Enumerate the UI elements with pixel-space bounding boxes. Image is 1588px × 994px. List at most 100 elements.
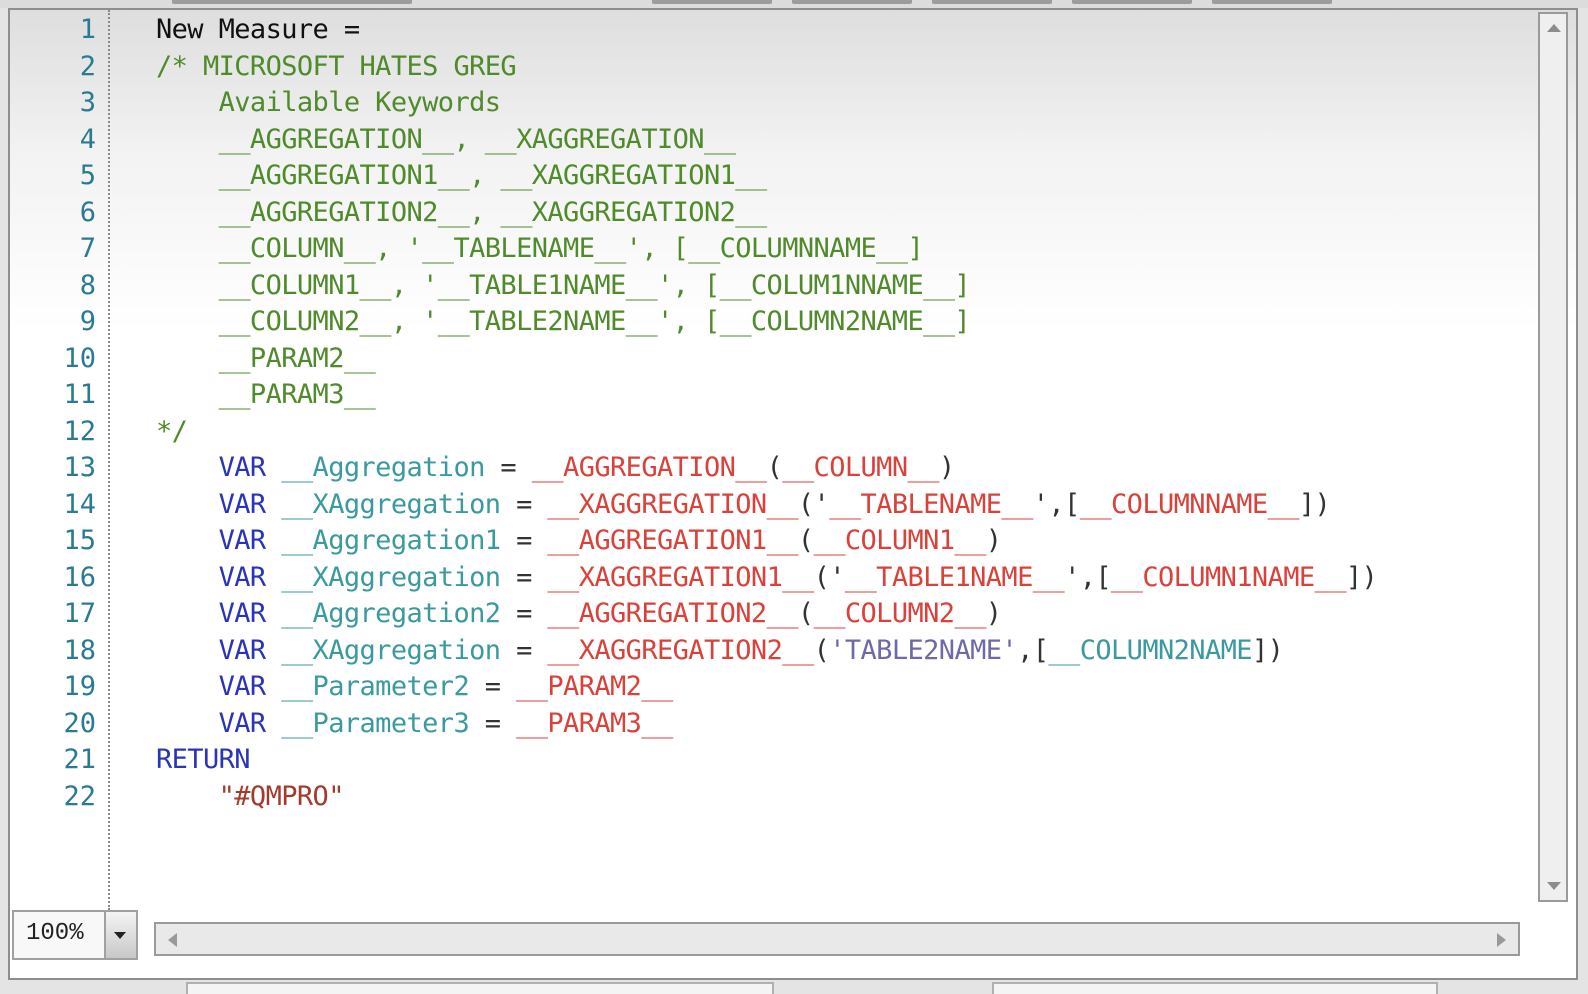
- scroll-up-icon[interactable]: [1547, 24, 1561, 32]
- code-token-op: ]): [1345, 561, 1378, 593]
- code-line[interactable]: __AGGREGATION1__, __XAGGREGATION1__: [156, 158, 768, 194]
- top-toolbar-strip: [0, 0, 1588, 8]
- code-token-op: ',[: [1064, 561, 1112, 593]
- code-token-keyword: VAR: [218, 525, 267, 556]
- code-line[interactable]: __COLUMN1__, '__TABLE1NAME__', [__COLUM1…: [156, 268, 971, 304]
- code-line[interactable]: RETURN: [156, 742, 251, 778]
- code-token-op: ]): [1298, 488, 1331, 520]
- code-token-variable: __Parameter2: [281, 671, 470, 702]
- code-token-op: ): [985, 598, 1002, 629]
- code-token-placeholder: __COLUMNNAME__: [1079, 488, 1300, 520]
- vertical-scrollbar[interactable]: [1538, 12, 1568, 902]
- line-number: 4: [79, 123, 96, 155]
- code-token-op: ,[: [1017, 634, 1049, 666]
- code-token-op: (: [766, 452, 783, 483]
- line-number: 16: [63, 561, 96, 593]
- scroll-right-icon[interactable]: [1497, 933, 1506, 947]
- code-token-keyword: VAR: [218, 634, 267, 666]
- code-line[interactable]: VAR __XAggregation = __XAGGREGATION__('_…: [156, 487, 1331, 523]
- code-token-comment: Available Keywords: [156, 87, 501, 118]
- code-token-comment: __AGGREGATION1__, __XAGGREGATION1__: [156, 160, 768, 191]
- line-number: 17: [63, 598, 96, 629]
- line-number: 1: [79, 14, 96, 45]
- line-number: 20: [63, 707, 96, 739]
- code-token-variable: __Parameter3: [281, 707, 470, 739]
- code-token-plain: New Measure =: [156, 14, 360, 45]
- code-line[interactable]: __COLUMN2__, '__TABLE2NAME__', [__COLUMN…: [156, 304, 971, 340]
- line-number-gutter: 1 2 3 4 5 6 7 8 9 10 11 12 13 14 15 16 17 18 19 20 21 22: [10, 10, 110, 910]
- toolbar-tab[interactable]: [792, 0, 912, 4]
- code-token-op: =: [500, 561, 548, 593]
- code-token-placeholder: __TABLE1NAME__: [844, 561, 1065, 593]
- code-line[interactable]: */: [156, 414, 188, 450]
- code-token-variable: __XAggregation: [281, 561, 501, 593]
- code-token-op: (': [813, 561, 846, 593]
- code-token-comment: __PARAM3__: [156, 379, 376, 410]
- line-number: 18: [63, 634, 96, 666]
- code-line[interactable]: VAR __XAggregation = __XAGGREGATION2__('…: [156, 633, 1284, 669]
- code-token-keyword: VAR: [218, 671, 267, 702]
- code-token-keyword: VAR: [218, 598, 267, 629]
- code-area[interactable]: New Measure = /* MICROSOFT HATES GREG Ava…: [156, 10, 1516, 910]
- code-token-op: =: [469, 707, 517, 739]
- line-number: 15: [63, 525, 96, 556]
- code-line[interactable]: /* MICROSOFT HATES GREG: [156, 49, 517, 85]
- code-token-placeholder: __PARAM2__: [516, 671, 673, 702]
- code-token-retstring: "#QMPRO": [218, 780, 345, 812]
- line-number: 13: [63, 452, 96, 483]
- code-token-variable: __Aggregation2: [281, 598, 501, 629]
- code-token-variable: __Aggregation1: [281, 525, 501, 556]
- code-token-op: (: [797, 598, 814, 629]
- toolbar-tab[interactable]: [1072, 0, 1192, 4]
- code-token-placeholder: __COLUMN1__: [813, 525, 987, 556]
- zoom-level-selector[interactable]: 100%: [12, 910, 138, 960]
- code-token-placeholder: __COLUMN2__: [813, 598, 987, 629]
- code-line[interactable]: New Measure =: [156, 12, 360, 48]
- horizontal-scrollbar[interactable]: [154, 922, 1520, 956]
- code-token-comment: __COLUMN1__, '__TABLE1NAME__', [__COLUM1…: [156, 269, 971, 301]
- code-line[interactable]: __PARAM2__: [156, 341, 376, 377]
- line-number: 19: [63, 671, 96, 702]
- code-token-placeholder: __AGGREGATION1__: [547, 525, 798, 556]
- scroll-down-icon[interactable]: [1547, 882, 1561, 890]
- code-token-op: =: [500, 525, 548, 556]
- zoom-dropdown-button[interactable]: [104, 912, 136, 958]
- code-line[interactable]: VAR __Parameter3 = __PARAM3__: [156, 706, 674, 742]
- code-line[interactable]: __AGGREGATION__, __XAGGREGATION__: [156, 122, 736, 158]
- code-line[interactable]: __COLUMN__, '__TABLENAME__', [__COLUMNNA…: [156, 231, 924, 267]
- scroll-left-icon[interactable]: [168, 933, 177, 947]
- bottom-panel: [186, 982, 774, 994]
- code-line[interactable]: Available Keywords: [156, 85, 501, 121]
- code-token-comment: */: [156, 415, 188, 447]
- toolbar-tab[interactable]: [652, 0, 772, 4]
- code-line[interactable]: "#QMPRO": [156, 779, 345, 815]
- code-token-variable: __XAggregation: [281, 488, 501, 520]
- zoom-level-value[interactable]: 100%: [26, 920, 84, 947]
- code-line[interactable]: VAR __Aggregation1 = __AGGREGATION1__(__…: [156, 523, 1002, 559]
- toolbar-tab[interactable]: [1212, 0, 1332, 4]
- line-number: 12: [63, 415, 96, 447]
- code-token-op: ',[: [1032, 488, 1081, 520]
- toolbar-tab[interactable]: [172, 0, 412, 4]
- code-line[interactable]: __AGGREGATION2__, __XAGGREGATION2__: [156, 195, 768, 231]
- code-token-keyword: VAR: [218, 488, 267, 520]
- code-line[interactable]: VAR __XAggregation = __XAGGREGATION1__('…: [156, 560, 1378, 596]
- dax-formula-editor[interactable]: 1 2 3 4 5 6 7 8 9 10 11 12 13 14 15 16 17 18 19 20 21 22 New …: [8, 8, 1578, 980]
- code-line[interactable]: VAR __Parameter2 = __PARAM2__: [156, 669, 674, 705]
- line-number: 22: [63, 780, 96, 812]
- code-token-comment: __AGGREGATION2__, __XAGGREGATION2__: [156, 196, 768, 228]
- code-line[interactable]: VAR __Aggregation = __AGGREGATION__(__CO…: [156, 450, 955, 486]
- code-line[interactable]: __PARAM3__: [156, 377, 376, 413]
- code-token-op: ]): [1251, 634, 1284, 666]
- code-line[interactable]: VAR __Aggregation2 = __AGGREGATION2__(__…: [156, 596, 1002, 632]
- code-token-comment: __AGGREGATION__, __XAGGREGATION__: [156, 123, 736, 155]
- toolbar-tab[interactable]: [932, 0, 1052, 4]
